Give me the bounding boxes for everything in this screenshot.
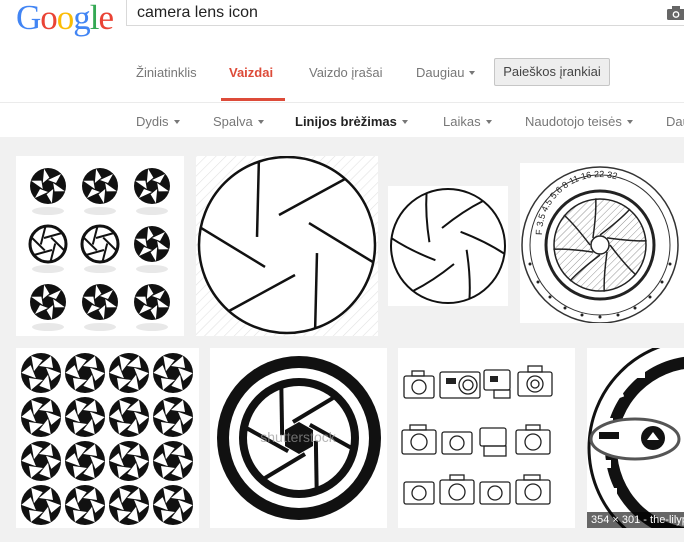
filter-label: Laikas [443,114,481,129]
search-input[interactable]: camera lens icon [137,4,258,22]
image-result[interactable] [196,156,378,336]
watermark: shutterstock [260,429,336,445]
aperture-ring-image: shutterstock [217,356,381,520]
logo-letter: e [98,0,115,37]
filter-label: Naudotojo teisės [525,114,622,129]
lens-barrel-image: F 3.5 4.5 5.6 8 11 16 22 32 [521,166,679,323]
image-result[interactable] [16,348,199,528]
chevron-down-icon [173,120,180,124]
filter-label: Dydis [136,114,169,129]
chevron-down-icon [401,120,408,124]
tab-more[interactable]: Daugiau [416,65,476,80]
filter-color[interactable]: Spalva [213,114,264,129]
aperture-icons-image [28,168,170,331]
camera-drawings-image [401,365,553,505]
logo-letter: o [40,0,57,37]
filter-label: Linijos brėžimas [295,114,397,129]
logo-letter: g [73,0,90,37]
active-tab-indicator [221,98,285,101]
filter-type[interactable]: Linijos brėžimas [295,114,408,129]
aperture-line-image [390,188,506,304]
filter-label: Spalva [213,114,253,129]
filter-usage-rights[interactable]: Naudotojo teisės [525,114,633,129]
chevron-down-icon [485,120,492,124]
image-result[interactable]: 354 × 301 - the-lilyp [587,348,684,528]
search-tabs: Žiniatinklis Vaizdai Vaizdo įrašai Daugi… [0,44,684,103]
filter-size[interactable]: Dydis [136,114,180,129]
chevron-down-icon [469,71,476,75]
chevron-down-icon [626,120,633,124]
filter-more[interactable]: Daug [666,114,684,129]
google-logo[interactable]: Google [16,0,115,38]
image-result[interactable] [398,348,575,528]
search-tools-button[interactable]: Paieškos įrankiai [494,58,610,86]
tab-images[interactable]: Vaizdai [229,65,273,80]
image-result[interactable] [388,186,508,306]
logo-letter: o [56,0,74,37]
tab-videos[interactable]: Vaizdo įrašai [309,65,382,80]
filter-time[interactable]: Laikas [443,114,492,129]
logo-letter: l [89,0,100,37]
aperture-grid-image [20,353,194,525]
image-size-label: 354 × 301 - the-lilyp [587,512,684,528]
tab-more-label: Daugiau [416,65,465,80]
image-result[interactable] [16,156,184,336]
tab-web[interactable]: Žiniatinklis [136,65,197,80]
camera-icon[interactable] [667,6,684,20]
image-result[interactable]: shutterstock [210,348,387,528]
logo-letter: G [16,0,41,37]
chevron-down-icon [257,120,264,124]
lens-dial-image [587,348,684,528]
header: Google camera lens icon [0,0,684,44]
image-result[interactable]: F 3.5 4.5 5.6 8 11 16 22 32 [520,163,684,323]
search-box[interactable]: camera lens icon [126,0,684,26]
filter-bar: Dydis Spalva Linijos brėžimas Laikas Nau… [0,103,684,137]
image-results: F 3.5 4.5 5.6 8 11 16 22 32 shutterstock… [0,137,684,542]
aperture-outline-image [196,156,378,336]
